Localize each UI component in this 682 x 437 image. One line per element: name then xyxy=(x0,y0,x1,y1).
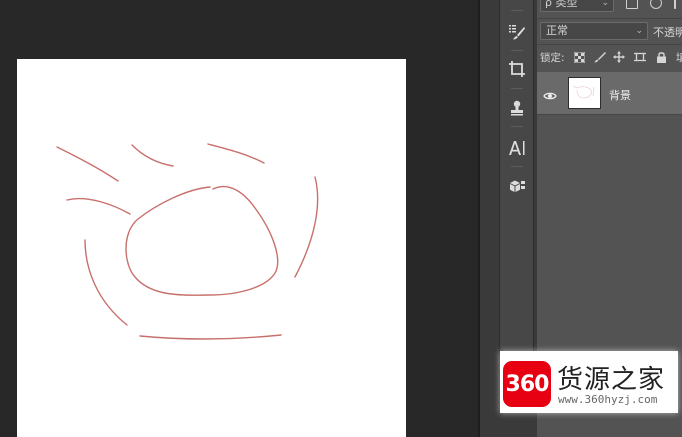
lock-artboard-icon[interactable] xyxy=(634,51,646,63)
stroke-top-middle xyxy=(131,144,174,167)
stroke-left-middle xyxy=(66,197,131,215)
adjustment-layer-filter-icon[interactable] xyxy=(650,0,662,9)
document-canvas[interactable] xyxy=(17,59,406,437)
tool-separator xyxy=(511,10,523,11)
3d-tool[interactable] xyxy=(500,172,533,202)
opacity-label: 不透明 xyxy=(653,26,682,39)
type-layer-filter-icon[interactable] xyxy=(674,0,682,9)
tool-separator xyxy=(511,166,523,167)
stroke-bottom xyxy=(139,334,282,340)
stroke-main-shape xyxy=(125,185,279,296)
eye-icon[interactable] xyxy=(543,87,557,100)
stamp-icon xyxy=(510,100,523,116)
watermark-title: 货源之家 xyxy=(557,365,666,395)
sketch-drawing xyxy=(56,143,319,340)
layer-divider xyxy=(537,114,682,115)
tool-separator xyxy=(511,50,523,51)
chevron-down-icon: ⌄ xyxy=(601,0,609,8)
blend-mode-value: 正常 xyxy=(546,24,568,37)
photoshop-window: ρ 类型 ⌄ 正常 ⌄ 不透明 锁定: 填 背景 360 货源之家 www.36… xyxy=(0,0,682,437)
3d-object-icon xyxy=(509,180,525,192)
stroke-right-vertical xyxy=(294,176,319,278)
watermark-url: www.360hyzj.com xyxy=(558,393,658,406)
stroke-top-left xyxy=(56,146,119,182)
stroke-top-right xyxy=(207,143,265,164)
watermark: 360 货源之家 www.360hyzj.com xyxy=(500,351,678,413)
history-brush-icon xyxy=(508,25,525,40)
lock-transparent-pixels-icon[interactable] xyxy=(573,51,585,63)
crop-icon xyxy=(508,61,525,77)
document-workspace xyxy=(0,0,478,437)
blend-row: 正常 ⌄ 不透明 xyxy=(537,18,682,44)
layer-row-background[interactable]: 背景 xyxy=(537,72,682,114)
layer-name: 背景 xyxy=(609,89,631,102)
history-brush-tool[interactable] xyxy=(500,17,533,47)
tool-separator xyxy=(511,88,523,89)
lock-label: 锁定: xyxy=(540,52,565,64)
layer-kind-filter-select[interactable]: ρ 类型 ⌄ xyxy=(540,0,614,12)
type-icon xyxy=(508,141,524,155)
pixel-layer-filter-icon[interactable] xyxy=(626,0,638,9)
crop-tool[interactable] xyxy=(500,54,533,84)
layer-filter-row: ρ 类型 ⌄ xyxy=(537,0,682,16)
lock-image-pixels-icon[interactable] xyxy=(594,51,606,63)
lock-all-icon[interactable] xyxy=(655,51,667,63)
tool-separator xyxy=(511,126,523,127)
tools-strip xyxy=(499,0,534,410)
360-logo: 360 xyxy=(503,361,551,407)
chevron-down-icon: ⌄ xyxy=(635,26,643,36)
lock-position-icon[interactable] xyxy=(613,51,625,63)
stroke-left-curve xyxy=(84,239,128,326)
layer-kind-filter-label: ρ 类型 xyxy=(545,0,578,9)
stamp-tool[interactable] xyxy=(500,93,533,123)
lock-row: 锁定: 填 xyxy=(537,44,682,68)
blend-mode-select[interactable]: 正常 ⌄ xyxy=(540,22,648,40)
layer-thumbnail xyxy=(568,77,601,109)
type-tool[interactable] xyxy=(500,133,533,163)
fill-label: 填 xyxy=(676,52,682,64)
